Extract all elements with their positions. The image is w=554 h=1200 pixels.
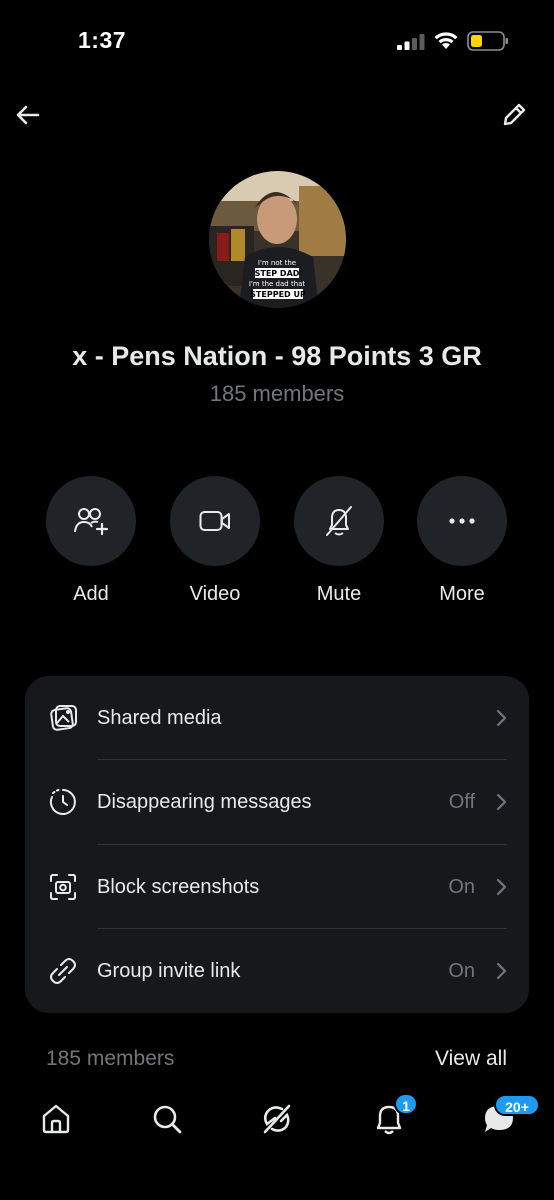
group-invite-link-label: Group invite link bbox=[97, 959, 241, 982]
bell-off-icon bbox=[326, 506, 352, 536]
cellular-signal-icon bbox=[397, 34, 425, 50]
notifications-badge: 1 bbox=[394, 1093, 418, 1115]
pencil-icon bbox=[503, 103, 526, 126]
settings-row-group-invite-link[interactable]: Group invite link On bbox=[25, 929, 529, 1013]
svg-text:STEP DAD: STEP DAD bbox=[255, 269, 300, 278]
group-avatar[interactable]: I'm not the STEP DAD I'm the dad that ST… bbox=[209, 171, 346, 308]
grok-icon bbox=[263, 1104, 291, 1134]
view-all-members-link[interactable]: View all bbox=[435, 1047, 507, 1071]
mute-button-circle[interactable] bbox=[294, 476, 384, 566]
action-buttons: Add Video Mute More bbox=[0, 476, 554, 616]
settings-row-disappearing-messages[interactable]: Disappearing messages Off bbox=[25, 760, 529, 844]
messages-badge: 20+ bbox=[494, 1094, 540, 1116]
mute-label: Mute bbox=[316, 583, 362, 605]
tab-explore[interactable] bbox=[147, 1099, 187, 1139]
block-screenshots-value: On bbox=[448, 875, 475, 898]
status-bar: 1:37 bbox=[0, 0, 554, 84]
chevron-right-icon bbox=[496, 878, 507, 896]
more-button[interactable]: More bbox=[416, 476, 508, 606]
more-button-circle[interactable] bbox=[417, 476, 507, 566]
video-button-circle[interactable] bbox=[170, 476, 260, 566]
timer-icon bbox=[47, 786, 79, 818]
chevron-right-icon bbox=[496, 962, 507, 980]
block-screenshots-label: Block screenshots bbox=[97, 875, 260, 898]
add-button[interactable]: Add bbox=[45, 476, 137, 606]
disappearing-messages-label: Disappearing messages bbox=[97, 790, 312, 813]
shared-media-label: Shared media bbox=[97, 706, 222, 729]
video-button[interactable]: Video bbox=[169, 476, 261, 606]
more-label: More bbox=[439, 583, 485, 605]
search-icon bbox=[153, 1105, 182, 1134]
home-icon bbox=[42, 1104, 70, 1134]
bottom-tab-bar: 1 20+ bbox=[0, 1085, 554, 1200]
settings-row-block-screenshots[interactable]: Block screenshots On bbox=[25, 845, 529, 929]
ellipsis-icon bbox=[449, 518, 475, 524]
disappearing-messages-value: Off bbox=[448, 790, 475, 813]
svg-text:STEPPED UP: STEPPED UP bbox=[250, 290, 306, 299]
screenshot-camera-icon bbox=[47, 871, 79, 903]
avatar-photo: I'm not the STEP DAD I'm the dad that ST… bbox=[209, 171, 346, 308]
svg-text:I'm not the: I'm not the bbox=[258, 259, 296, 267]
video-label: Video bbox=[189, 583, 241, 605]
chevron-right-icon bbox=[496, 793, 507, 811]
group-settings-card: Shared media Disappearing messages Off B… bbox=[25, 676, 529, 1013]
video-camera-icon bbox=[199, 511, 230, 531]
group-name: x - Pens Nation - 98 Points 3 GR bbox=[72, 341, 482, 371]
wifi-icon bbox=[434, 32, 458, 49]
back-button[interactable] bbox=[10, 97, 46, 133]
arrow-left-icon bbox=[16, 105, 40, 125]
members-section-count: 185 members bbox=[46, 1047, 175, 1070]
member-count: 185 members bbox=[209, 381, 345, 406]
add-button-circle[interactable] bbox=[46, 476, 136, 566]
mute-button[interactable]: Mute bbox=[293, 476, 385, 606]
svg-text:I'm the dad that: I'm the dad that bbox=[249, 280, 306, 288]
status-time: 1:37 bbox=[78, 27, 127, 53]
link-icon bbox=[47, 955, 79, 987]
tab-home[interactable] bbox=[36, 1099, 76, 1139]
chevron-right-icon bbox=[496, 709, 507, 727]
tab-grok[interactable] bbox=[257, 1099, 297, 1139]
battery-icon bbox=[467, 31, 508, 51]
group-invite-link-value: On bbox=[448, 959, 475, 982]
add-people-icon bbox=[74, 508, 108, 536]
settings-row-shared-media[interactable]: Shared media bbox=[25, 676, 529, 760]
edit-group-button[interactable] bbox=[496, 97, 532, 133]
add-label: Add bbox=[73, 583, 109, 605]
media-gallery-icon bbox=[47, 702, 79, 734]
